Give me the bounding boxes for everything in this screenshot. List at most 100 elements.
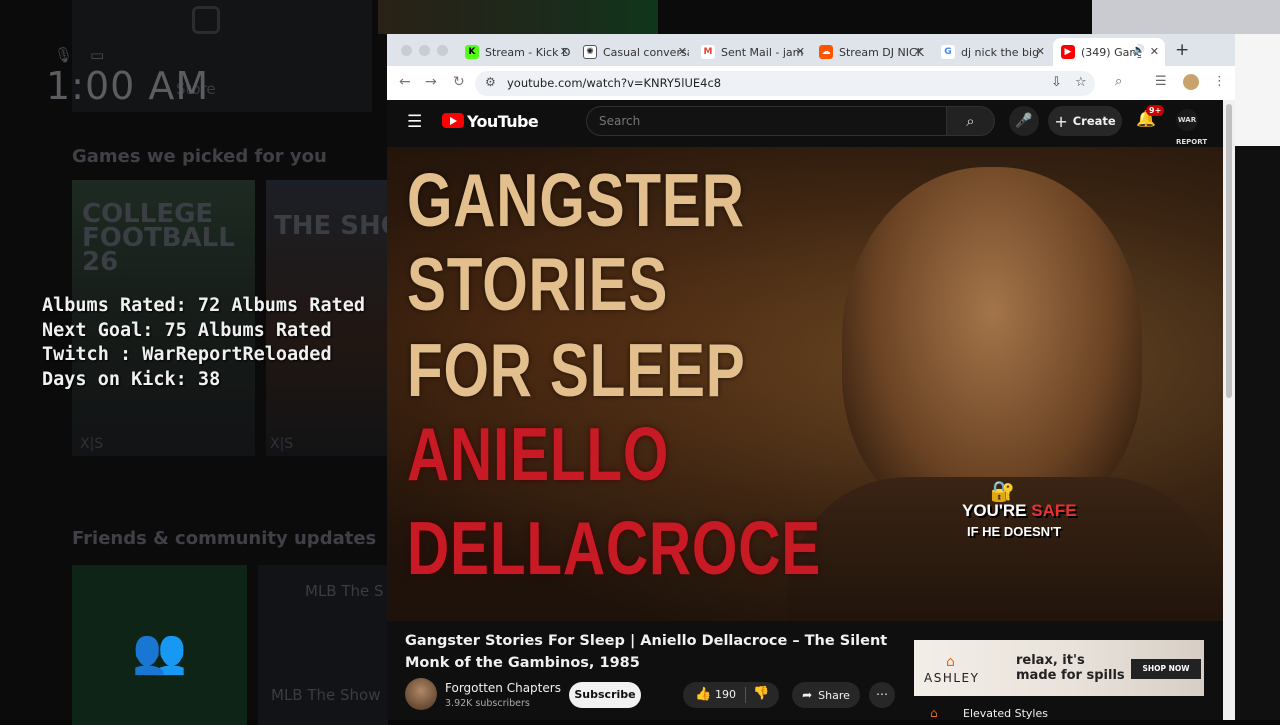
tab-title: Sent Mail - jam (721, 45, 804, 59)
search-icon[interactable]: ⌕ (947, 106, 995, 136)
thumb-line-2: STORIES (407, 242, 669, 326)
like-divider (745, 687, 746, 703)
window-close-dot[interactable] (401, 45, 412, 56)
google-icon: G (941, 45, 955, 59)
forward-icon[interactable]: → (425, 74, 437, 90)
ad-house-icon: ⌂ (930, 706, 938, 720)
caption-safe: SAFE (1031, 501, 1077, 520)
thumb-line-3: FOR SLEEP (407, 328, 746, 412)
more-actions-icon[interactable]: ⋯ (869, 682, 895, 708)
thumb-line-5: DELLACROCE (407, 506, 822, 590)
close-tab-icon[interactable]: ✕ (560, 45, 569, 58)
create-button[interactable]: + Create (1048, 106, 1122, 136)
thumb-line-4: ANIELLO (407, 412, 670, 496)
youtube-logo-icon[interactable] (442, 113, 464, 128)
close-tab-icon[interactable]: ✕ (914, 45, 923, 58)
tab-title: dj nick the big (961, 45, 1040, 59)
bookmark-star-icon[interactable]: ☆ (1075, 75, 1087, 90)
page-scrollbar[interactable] (1223, 100, 1235, 720)
ad-text: relax, it's made for spills (1016, 653, 1125, 683)
section-games-title: Games we picked for you (72, 146, 327, 167)
tab-gmail[interactable]: M Sent Mail - jam ✕ (693, 38, 811, 66)
clock: 1:00 AM (46, 64, 210, 108)
share-label: Share (818, 688, 850, 702)
extensions-icon[interactable]: ☰ (1155, 74, 1167, 89)
ad-info-row[interactable]: ⌂ Elevated Styles (914, 704, 1204, 720)
video-title: Gangster Stories For Sleep | Aniello Del… (405, 633, 888, 671)
tile-platform-tag: X|S (80, 436, 104, 452)
ad-info-text: Elevated Styles (963, 707, 1048, 720)
voice-search-icon[interactable]: 🎤 (1009, 106, 1039, 136)
tab-title: Stream DJ NICK (839, 45, 924, 59)
lens-icon[interactable]: ⌕ (1115, 74, 1122, 89)
thumbs-up-icon[interactable]: 👍 (695, 687, 711, 702)
right-window-white-area (1235, 34, 1280, 146)
back-icon[interactable]: ← (399, 74, 411, 90)
menu-dots-icon[interactable]: ⋮ (1213, 74, 1226, 89)
kick-icon: K (465, 45, 479, 59)
mic-muted-icon: 🎙 (54, 46, 74, 64)
caption-you: YOU'RE (962, 501, 1032, 520)
people-icon: 👥 (132, 626, 187, 677)
notification-badge: 9+ (1146, 105, 1165, 116)
mlb-tile-label: MLB The S (305, 582, 384, 600)
tab-kick[interactable]: K Stream - Kick Dashboard ✕ (457, 38, 575, 66)
subscribe-button[interactable]: Subscribe (569, 682, 641, 708)
like-count: 190 (715, 688, 736, 701)
share-button[interactable]: ➦ Share (792, 682, 860, 708)
youtube-icon: ▶ (1061, 45, 1075, 59)
video-player[interactable]: GANGSTER STORIES FOR SLEEP ANIELLO DELLA… (387, 147, 1223, 621)
tab-soundcloud[interactable]: ☁ Stream DJ NICK ✕ (811, 38, 929, 66)
tab-youtube-active[interactable]: ▶ (349) Gangster Stories 🔊 ✕ (1053, 38, 1165, 66)
reload-icon[interactable]: ↻ (453, 74, 465, 90)
caption-line-2: IF HE DOESN'T (967, 524, 1062, 539)
tab-strip: K Stream - Kick Dashboard ✕ ✺ Casual con… (387, 34, 1235, 66)
close-tab-icon[interactable]: ✕ (1036, 45, 1045, 58)
address-bar[interactable]: ⚙ youtube.com/watch?v=KNRY5lUE4c8 ⇩ ☆ (475, 71, 1095, 96)
thumbs-down-icon[interactable]: 👎 (753, 686, 769, 701)
overlay-twitch: Twitch : WarReportReloaded (42, 344, 332, 365)
caption-line-1: YOU'RE SAFE (962, 501, 1077, 521)
window-minimize-dot[interactable] (419, 45, 430, 56)
account-avatar[interactable]: WAR REPORT (1176, 109, 1207, 146)
tile-college-football-title: COLLEGE FOOTBALL 26 (82, 199, 235, 277)
profile-avatar[interactable] (1183, 74, 1199, 90)
tile-platform-tag-2: X|S (270, 436, 294, 452)
close-tab-icon[interactable]: ✕ (1150, 45, 1159, 58)
youtube-page: ☰ YouTube ⌕ 🎤 + Create 🔔 9+ WAR REPORT G… (387, 100, 1223, 720)
hamburger-menu-icon[interactable]: ☰ (407, 112, 422, 132)
like-dislike-group: 👍 190 👎 (683, 682, 779, 708)
top-games-strip (378, 0, 658, 34)
store-icon (192, 6, 220, 34)
share-icon: ➦ (802, 688, 813, 702)
install-app-icon[interactable]: ⇩ (1051, 75, 1062, 90)
channel-avatar[interactable] (405, 678, 437, 710)
window-zoom-dot[interactable] (437, 45, 448, 56)
new-tab-button[interactable]: + (1175, 40, 1189, 60)
tab-chatgpt[interactable]: ✺ Casual conversation ✕ (575, 38, 693, 66)
thumbnail-face (842, 167, 1142, 527)
mlb-tile-subtitle: MLB The Show (271, 686, 381, 704)
right-background-window (1235, 34, 1280, 720)
overlay-next-goal: Next Goal: 75 Albums Rated (42, 319, 332, 341)
search-input[interactable] (586, 106, 947, 136)
tab-title: Casual conversation (603, 45, 689, 59)
spreadsheet-window-strip (1092, 0, 1280, 34)
shop-now-button[interactable]: SHOP NOW (1131, 659, 1201, 679)
close-tab-icon[interactable]: ✕ (796, 45, 805, 58)
speaker-icon[interactable]: 🔊 (1133, 45, 1145, 56)
youtube-brand[interactable]: YouTube (467, 112, 539, 131)
tab-title: Stream - Kick Dashboard (485, 45, 571, 59)
stream-overlay-text: Albums Rated: 72 Albums Rated Next Goal:… (42, 294, 365, 392)
site-info-icon[interactable]: ⚙ (485, 75, 496, 89)
tab-google[interactable]: G dj nick the big ✕ (933, 38, 1051, 66)
thumb-line-1: GANGSTER (407, 158, 745, 242)
close-tab-icon[interactable]: ✕ (678, 45, 687, 58)
battery-icon: ▭ (90, 46, 105, 64)
ad-banner[interactable]: ⌂ ASHLEY relax, it's made for spills SHO… (914, 640, 1204, 696)
create-label: Create (1072, 114, 1116, 128)
browser-toolbar: ← → ↻ ⚙ youtube.com/watch?v=KNRY5lUE4c8 … (387, 66, 1235, 100)
lock-icon: 🔐 (990, 479, 1015, 503)
scrollbar-thumb[interactable] (1226, 104, 1232, 398)
channel-name[interactable]: Forgotten Chapters (445, 681, 561, 695)
